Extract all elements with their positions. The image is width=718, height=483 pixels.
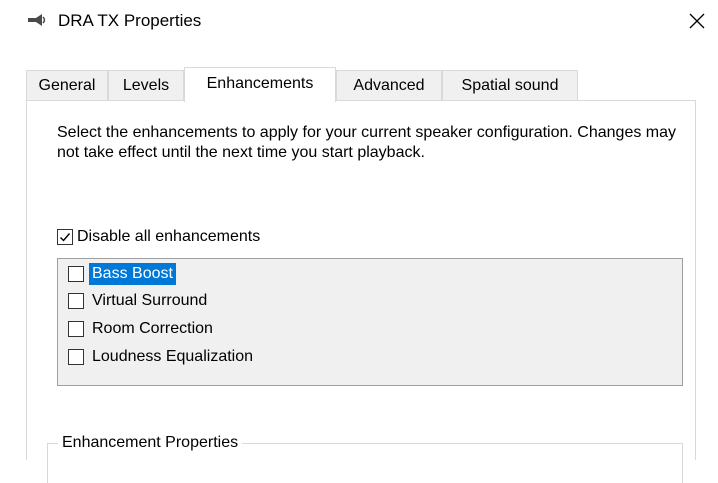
disable-all-label: Disable all enhancements: [77, 228, 261, 245]
window-title: DRA TX Properties: [58, 11, 202, 30]
disable-all-enhancements-checkbox[interactable]: Disable all enhancements: [57, 225, 260, 249]
list-item-bass-boost[interactable]: Bass Boost: [68, 262, 176, 286]
checkmark-icon: [60, 233, 71, 242]
room-correction-checkbox[interactable]: [68, 321, 84, 337]
list-item-loudness-equalization[interactable]: Loudness Equalization: [68, 345, 256, 369]
group-title: Enhancement Properties: [58, 433, 243, 453]
tab-enhancements[interactable]: Enhancements: [184, 67, 336, 102]
list-item-label: Virtual Surround: [92, 292, 208, 309]
list-item-label: Room Correction: [92, 320, 213, 337]
virtual-surround-checkbox[interactable]: [68, 293, 84, 309]
enhancements-panel: Select the enhancements to apply for you…: [26, 100, 696, 483]
speaker-icon: [28, 14, 46, 26]
tab-general[interactable]: General: [26, 70, 108, 100]
tab-strip: General Levels Enhancements Advanced Spa…: [26, 67, 696, 102]
enhancements-list[interactable]: Bass Boost Virtual Surround Room Correct…: [57, 258, 683, 386]
tab-levels[interactable]: Levels: [108, 70, 184, 100]
close-button[interactable]: [682, 6, 712, 36]
list-item-room-correction[interactable]: Room Correction: [68, 317, 216, 341]
list-item-virtual-surround[interactable]: Virtual Surround: [68, 289, 210, 313]
title-bar: DRA TX Properties: [0, 0, 718, 44]
tab-advanced[interactable]: Advanced: [336, 70, 442, 100]
enhancement-properties-group: Enhancement Properties: [47, 433, 683, 483]
list-item-label: Bass Boost: [89, 263, 176, 285]
checkbox-checked-icon[interactable]: [57, 229, 73, 245]
tab-spatial-sound[interactable]: Spatial sound: [442, 70, 578, 100]
loudness-equalization-checkbox[interactable]: [68, 349, 84, 365]
enhancements-description: Select the enhancements to apply for you…: [57, 124, 677, 161]
list-item-label: Loudness Equalization: [92, 348, 254, 365]
bass-boost-checkbox[interactable]: [68, 266, 84, 282]
close-icon: [689, 13, 705, 29]
